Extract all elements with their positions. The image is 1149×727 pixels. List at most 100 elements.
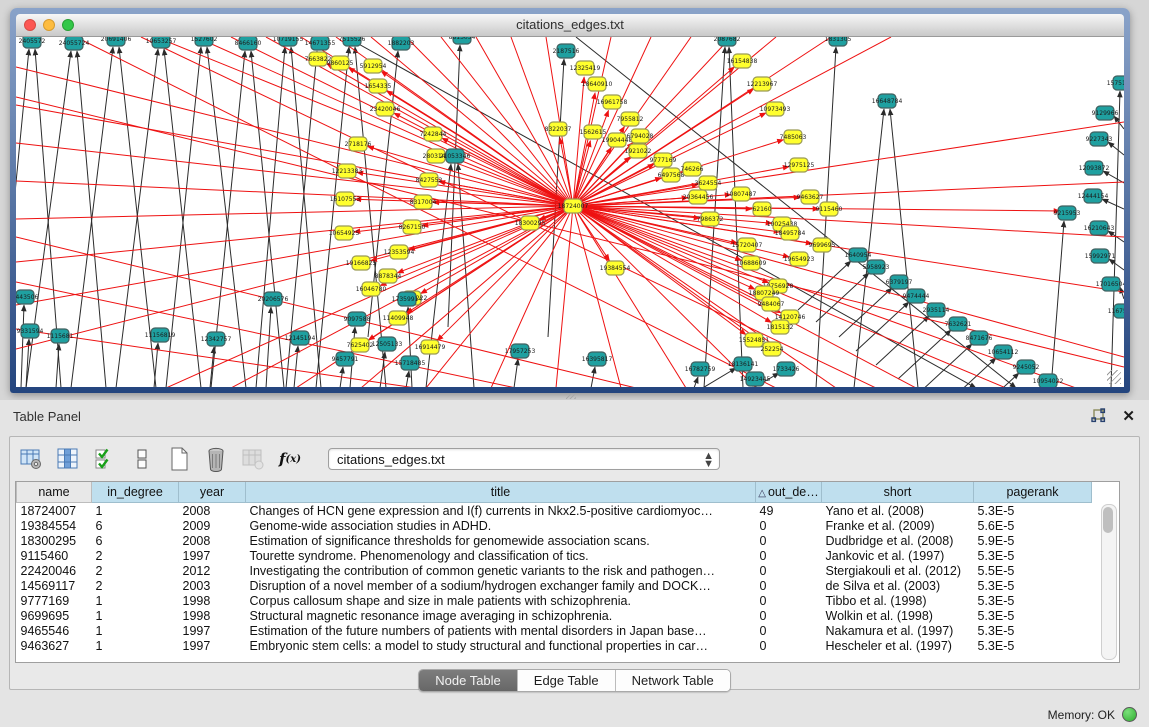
node-table-grid[interactable]: namein_degreeyeartitle△out_de…shortpager… bbox=[15, 481, 1120, 663]
graph-node[interactable]: 12325419 bbox=[570, 61, 601, 75]
graph-node[interactable]: 62160 bbox=[752, 202, 771, 216]
graph-node[interactable]: 2187516 bbox=[553, 44, 580, 58]
table-row[interactable]: 1872400712008Changes of HCN gene express… bbox=[17, 503, 1092, 519]
graph-node[interactable]: 1115681 bbox=[47, 329, 74, 343]
graph-node[interactable]: 16046780 bbox=[356, 282, 387, 296]
close-panel-icon[interactable]: ✕ bbox=[1122, 407, 1135, 425]
svg-text:11675334: 11675334 bbox=[1108, 308, 1124, 315]
graph-node[interactable]: 8317004 bbox=[410, 195, 437, 209]
graph-node[interactable]: 9215953 bbox=[1054, 206, 1081, 220]
float-panel-icon[interactable] bbox=[1090, 408, 1107, 425]
graph-node[interactable]: 9097588 bbox=[344, 312, 371, 326]
table-row[interactable]: 1456911722003Disruption of a novel membe… bbox=[17, 578, 1092, 593]
graph-node[interactable]: 18640910 bbox=[582, 77, 613, 91]
graph-node[interactable]: 19654923 bbox=[784, 252, 815, 266]
table-scrollbar-thumb[interactable] bbox=[1103, 507, 1113, 533]
cell-view-icon[interactable] bbox=[129, 446, 155, 472]
graph-node[interactable]: 10654112 bbox=[988, 345, 1019, 359]
graph-node[interactable]: 16914479 bbox=[415, 340, 446, 354]
column-header-title[interactable]: title bbox=[246, 482, 756, 503]
graph-node[interactable]: 9245052 bbox=[1013, 360, 1040, 374]
graph-node[interactable]: 2405572 bbox=[19, 37, 46, 48]
function-builder-icon[interactable]: f(x) bbox=[277, 446, 303, 472]
column-header-out_de[interactable]: △out_de… bbox=[756, 482, 822, 503]
graph-node[interactable]: 8813054 bbox=[449, 37, 476, 44]
graph-node[interactable]: 16648784 bbox=[872, 94, 903, 108]
graph-node[interactable]: 9777169 bbox=[650, 153, 677, 167]
graph-node[interactable]: 20691406 bbox=[101, 37, 132, 46]
column-header-pagerank[interactable]: pagerank bbox=[974, 482, 1092, 503]
graph-node[interactable]: 9115460 bbox=[816, 202, 843, 216]
graph-node[interactable]: 7955812 bbox=[617, 112, 644, 126]
graph-node[interactable]: 12093872 bbox=[1079, 161, 1110, 175]
graph-node[interactable]: 17016504 bbox=[1096, 277, 1124, 291]
graph-node[interactable]: 9331594 bbox=[17, 324, 44, 338]
table-row[interactable]: 1938455462009Genome-wide association stu… bbox=[17, 518, 1092, 533]
graph-node[interactable]: 16782759 bbox=[685, 362, 716, 376]
graph-node[interactable]: 10653257 bbox=[146, 37, 177, 48]
column-header-name[interactable]: name bbox=[17, 482, 92, 503]
graph-node[interactable]: 11675334 bbox=[1108, 304, 1124, 318]
graph-node[interactable]: 15751074 bbox=[1107, 76, 1124, 90]
graph-node[interactable]: 24055724 bbox=[59, 37, 90, 50]
graph-node[interactable]: 2087682 bbox=[714, 37, 741, 46]
table-row[interactable]: 977716911998Corpus callosum shape and si… bbox=[17, 593, 1092, 608]
graph-node[interactable]: 7515526 bbox=[339, 37, 366, 46]
graph-node[interactable]: 16210643 bbox=[1084, 221, 1115, 235]
graph-node[interactable]: 10954022 bbox=[1033, 374, 1064, 387]
graph-node[interactable]: 9129966 bbox=[1092, 106, 1119, 120]
delete-table-icon[interactable] bbox=[203, 446, 229, 472]
column-header-year[interactable]: year bbox=[179, 482, 246, 503]
graph-node[interactable]: 1882203 bbox=[388, 37, 415, 50]
graph-node[interactable]: 8466160 bbox=[235, 37, 262, 50]
graph-node[interactable]: 14923445 bbox=[740, 372, 771, 386]
graph-node[interactable]: 19384554 bbox=[600, 261, 631, 275]
graph-node[interactable]: 2718176 bbox=[345, 137, 372, 151]
graph-node[interactable]: 8322037 bbox=[545, 122, 572, 136]
new-table-icon[interactable] bbox=[166, 446, 192, 472]
manage-table-icon[interactable] bbox=[18, 446, 44, 472]
graph-node[interactable]: 20206576 bbox=[258, 292, 289, 306]
table-row[interactable]: 2242004622012Investigating the contribut… bbox=[17, 563, 1092, 578]
graph-node[interactable]: 9699695 bbox=[809, 238, 836, 252]
column-header-short[interactable]: short bbox=[822, 482, 974, 503]
graph-node[interactable]: 12353594 bbox=[384, 245, 415, 259]
table-scrollbar[interactable] bbox=[1101, 504, 1117, 660]
network-canvas[interactable]: 1872400718300295193845547663822986012559… bbox=[16, 37, 1124, 387]
graph-node[interactable]: 746266 bbox=[681, 162, 704, 176]
graph-node[interactable]: 8267150 bbox=[399, 220, 426, 234]
column-header-in_degree[interactable]: in_degree bbox=[92, 482, 179, 503]
graph-node[interactable]: 12505133 bbox=[372, 337, 403, 351]
graph-node[interactable]: 3624554 bbox=[695, 176, 722, 190]
graph-node[interactable]: 8471676 bbox=[966, 331, 993, 345]
table-source-select[interactable]: citations_edges.txt ▲▼ bbox=[328, 448, 720, 470]
graph-node[interactable]: 252254 bbox=[761, 342, 784, 356]
table-row[interactable]: 946362711997Embryonic stem cells: a mode… bbox=[17, 638, 1092, 653]
table-row[interactable]: 911546021997Tourette syndrome. Phenomeno… bbox=[17, 548, 1092, 563]
graph-node[interactable]: 18136141 bbox=[728, 357, 759, 371]
show-columns-icon[interactable] bbox=[55, 446, 81, 472]
graph-node[interactable]: 14671355 bbox=[305, 37, 336, 50]
table-row[interactable]: 969969511998Structural magnetic resonanc… bbox=[17, 608, 1092, 623]
split-pane-grip[interactable] bbox=[566, 394, 576, 399]
graph-node[interactable]: 7485063 bbox=[780, 130, 807, 144]
window-titlebar[interactable]: citations_edges.txt bbox=[16, 14, 1124, 37]
graph-node[interactable]: 10719155 bbox=[273, 37, 304, 46]
window-resize-grip[interactable] bbox=[1107, 370, 1121, 384]
graph-node[interactable]: 1831305 bbox=[825, 37, 852, 46]
table-row[interactable]: 1830029562008Estimation of significance … bbox=[17, 533, 1092, 548]
tab-edge-table[interactable]: Edge Table bbox=[517, 670, 615, 691]
graph-node[interactable]: 9227343 bbox=[1086, 132, 1113, 146]
graph-node[interactable]: 8878344 bbox=[375, 269, 402, 283]
graph-node[interactable]: 9463627 bbox=[797, 190, 824, 204]
graph-node[interactable]: 2935114 bbox=[923, 303, 950, 317]
graph-node[interactable]: 5912954 bbox=[360, 59, 387, 73]
graph-node[interactable]: 12342757 bbox=[201, 332, 232, 346]
tab-network-table[interactable]: Network Table bbox=[615, 670, 730, 691]
table-row[interactable]: 946554611997Estimation of the future num… bbox=[17, 623, 1092, 638]
graph-node[interactable]: 16395817 bbox=[582, 352, 613, 366]
network-window[interactable]: citations_edges.txt 18724007183002951938… bbox=[10, 8, 1130, 393]
select-rows-icon[interactable] bbox=[92, 446, 118, 472]
tab-node-table[interactable]: Node Table bbox=[419, 670, 517, 691]
graph-node[interactable]: 12444154 bbox=[1078, 189, 1109, 203]
